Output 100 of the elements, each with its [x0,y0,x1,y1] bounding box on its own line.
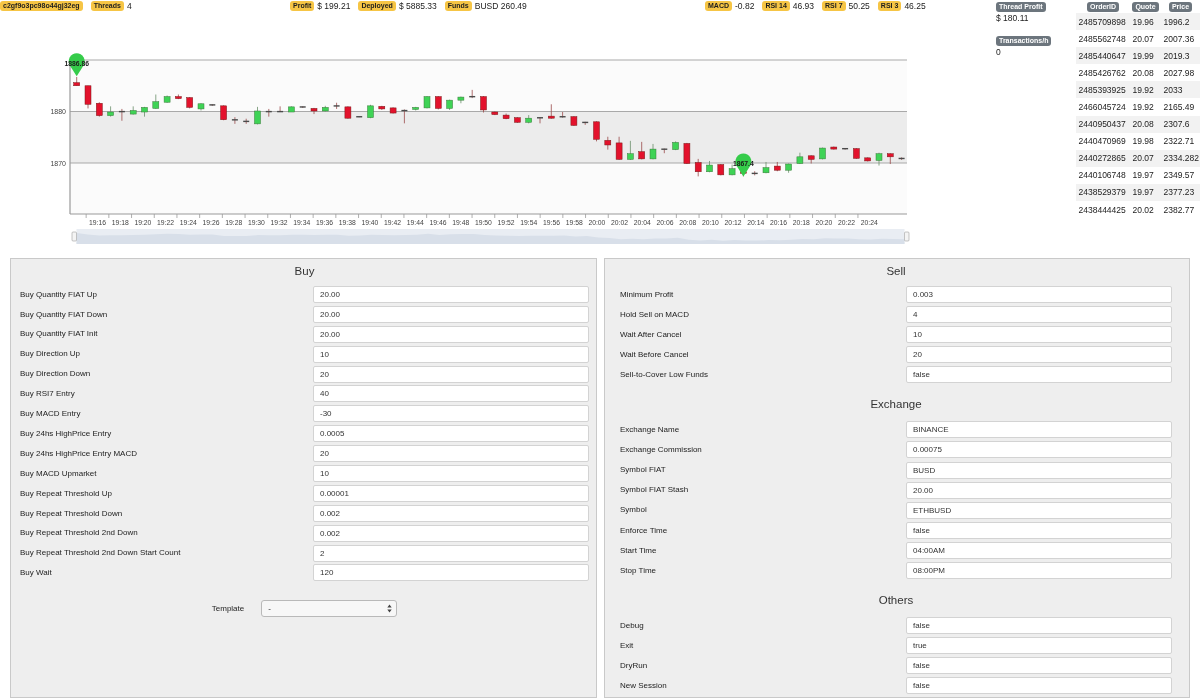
field-label: Stop Time [620,565,657,576]
table-cell: 19.92 [1130,98,1161,116]
table-cell: 2019.3 [1161,47,1200,65]
stat-value: $ 199.21 [317,1,351,12]
input-field[interactable]: 4 [906,306,1172,324]
table-cell: 19.97 [1130,183,1161,202]
field-label: Buy Direction Up [20,349,82,359]
template-label: Template [211,604,245,614]
field-label: Buy 24hs HighPrice Entry MACD [20,448,138,459]
handle-icon[interactable] [71,231,77,242]
table-cell: 2165.49 [1161,98,1200,116]
section-title: Others [877,593,915,608]
handle-icon[interactable] [904,231,910,242]
field-label: Buy Repeat Threshold 2nd Down [20,528,139,538]
field-label: Symbol [620,505,648,516]
table-cell: 1996.2 [1161,13,1200,31]
input-field[interactable]: BINANCE [906,421,1172,439]
input-field[interactable]: false [906,617,1172,635]
table-cell: 2334.282 [1161,149,1200,167]
table-cell: 19.92 [1130,81,1161,99]
input-field[interactable]: 20 [906,346,1172,364]
stat-value: BUSD 260.49 [474,1,527,12]
input-field[interactable]: BUSD [906,461,1172,479]
input-field[interactable]: 0.00075 [906,441,1172,459]
input-field[interactable]: false [906,366,1172,384]
input-field[interactable]: false [906,677,1172,695]
table-cell: 2440470969 [1076,132,1130,150]
field-label: Symbol FIAT [620,465,667,475]
field-label: Wait Before Cancel [620,350,690,360]
table-cell: 20.08 [1130,64,1161,82]
field-label: DryRun [620,660,649,671]
field-label: Buy Wait [20,568,53,578]
field-label: Buy MACD Upmarket [20,468,98,479]
field-label: New Session [620,681,668,691]
table-cell: 2466045724 [1076,98,1130,116]
input-field[interactable]: ETHBUSD [906,501,1172,519]
input-field[interactable]: 0.002 [313,504,589,522]
field-label: Sell-to-Cover Low Funds [620,370,710,380]
field-label: Exit [620,640,635,651]
field-label: Wait After Cancel [620,329,683,340]
table-cell: 19.97 [1130,166,1161,184]
stat-value: -0.82 [735,1,755,12]
field-label: Start Time [620,545,658,556]
table-cell: 2485709898 [1076,13,1130,31]
table-cell: 2322.71 [1161,132,1200,150]
input-field[interactable]: 20.00 [313,325,589,343]
stat-value: 50.25 [848,1,870,12]
table-cell: 19.96 [1130,13,1161,31]
table-cell: 20.07 [1130,30,1161,48]
table-cell: 2440272865 [1076,149,1130,167]
field-label: Enforce Time [620,525,669,536]
input-field[interactable]: false [906,657,1172,675]
table-cell: 2485426762 [1076,64,1130,82]
input-field[interactable]: 20 [313,365,589,383]
field-label: Buy Repeat Threshold Down [20,508,124,519]
input-field[interactable]: 40 [313,385,589,403]
table-cell: 2485393925 [1076,81,1130,99]
field-label: Buy MACD Entry [20,409,82,419]
input-field[interactable]: 10 [906,326,1172,344]
input-field[interactable]: 120 [313,564,589,582]
table-cell: 2033 [1161,81,1200,99]
input-field[interactable]: 04:00AM [906,541,1172,559]
table-cell: 19.98 [1130,132,1161,150]
stat-value: 0 [996,46,1002,58]
table-cell: 20.08 [1130,115,1161,133]
stat-value: 46.25 [904,1,926,12]
template-select[interactable]: - [261,600,398,618]
field-label: Buy RSI7 Entry [20,389,76,399]
input-field[interactable]: 20.00 [906,481,1172,499]
field-label: Exchange Name [620,425,681,435]
table-cell: 2485440647 [1076,47,1130,65]
input-field[interactable]: 2 [313,544,589,562]
input-field[interactable]: 0.0005 [313,425,589,443]
stat-value: $ 180.11 [996,12,1030,24]
stat-value: $ 5885.33 [398,1,437,12]
table-cell: 2382.77 [1161,201,1200,219]
field-label: Hold Sell on MACD [620,309,690,320]
input-field[interactable]: true [906,637,1172,655]
table-cell: 2027.98 [1161,64,1200,82]
input-field[interactable]: 20.00 [313,305,589,323]
input-field[interactable]: 0.002 [313,524,589,542]
input-field[interactable]: 08:00PM [906,562,1172,580]
field-label: Buy Quantity FIAT Init [20,329,99,340]
input-field[interactable]: -30 [313,405,589,423]
field-label: Buy Direction Down [20,369,92,379]
input-field[interactable]: false [906,521,1172,539]
input-field[interactable]: 0.00001 [313,484,589,502]
section-title: Exchange [869,397,923,412]
table-cell: 2440106748 [1076,166,1130,184]
input-field[interactable]: 10 [313,345,589,363]
table-cell: 2485562748 [1076,30,1130,48]
table-cell: 19.99 [1130,47,1161,65]
table-cell: 2440950437 [1076,115,1130,133]
field-label: Minimum Profit [620,289,675,300]
input-field[interactable]: 20 [313,445,589,463]
field-label: Buy Quantity FIAT Down [20,309,109,320]
field-label: Symbol FIAT Stash [620,485,690,495]
input-field[interactable]: 20.00 [313,286,589,303]
input-field[interactable]: 10 [313,465,589,482]
input-field[interactable]: 0.003 [906,286,1172,303]
